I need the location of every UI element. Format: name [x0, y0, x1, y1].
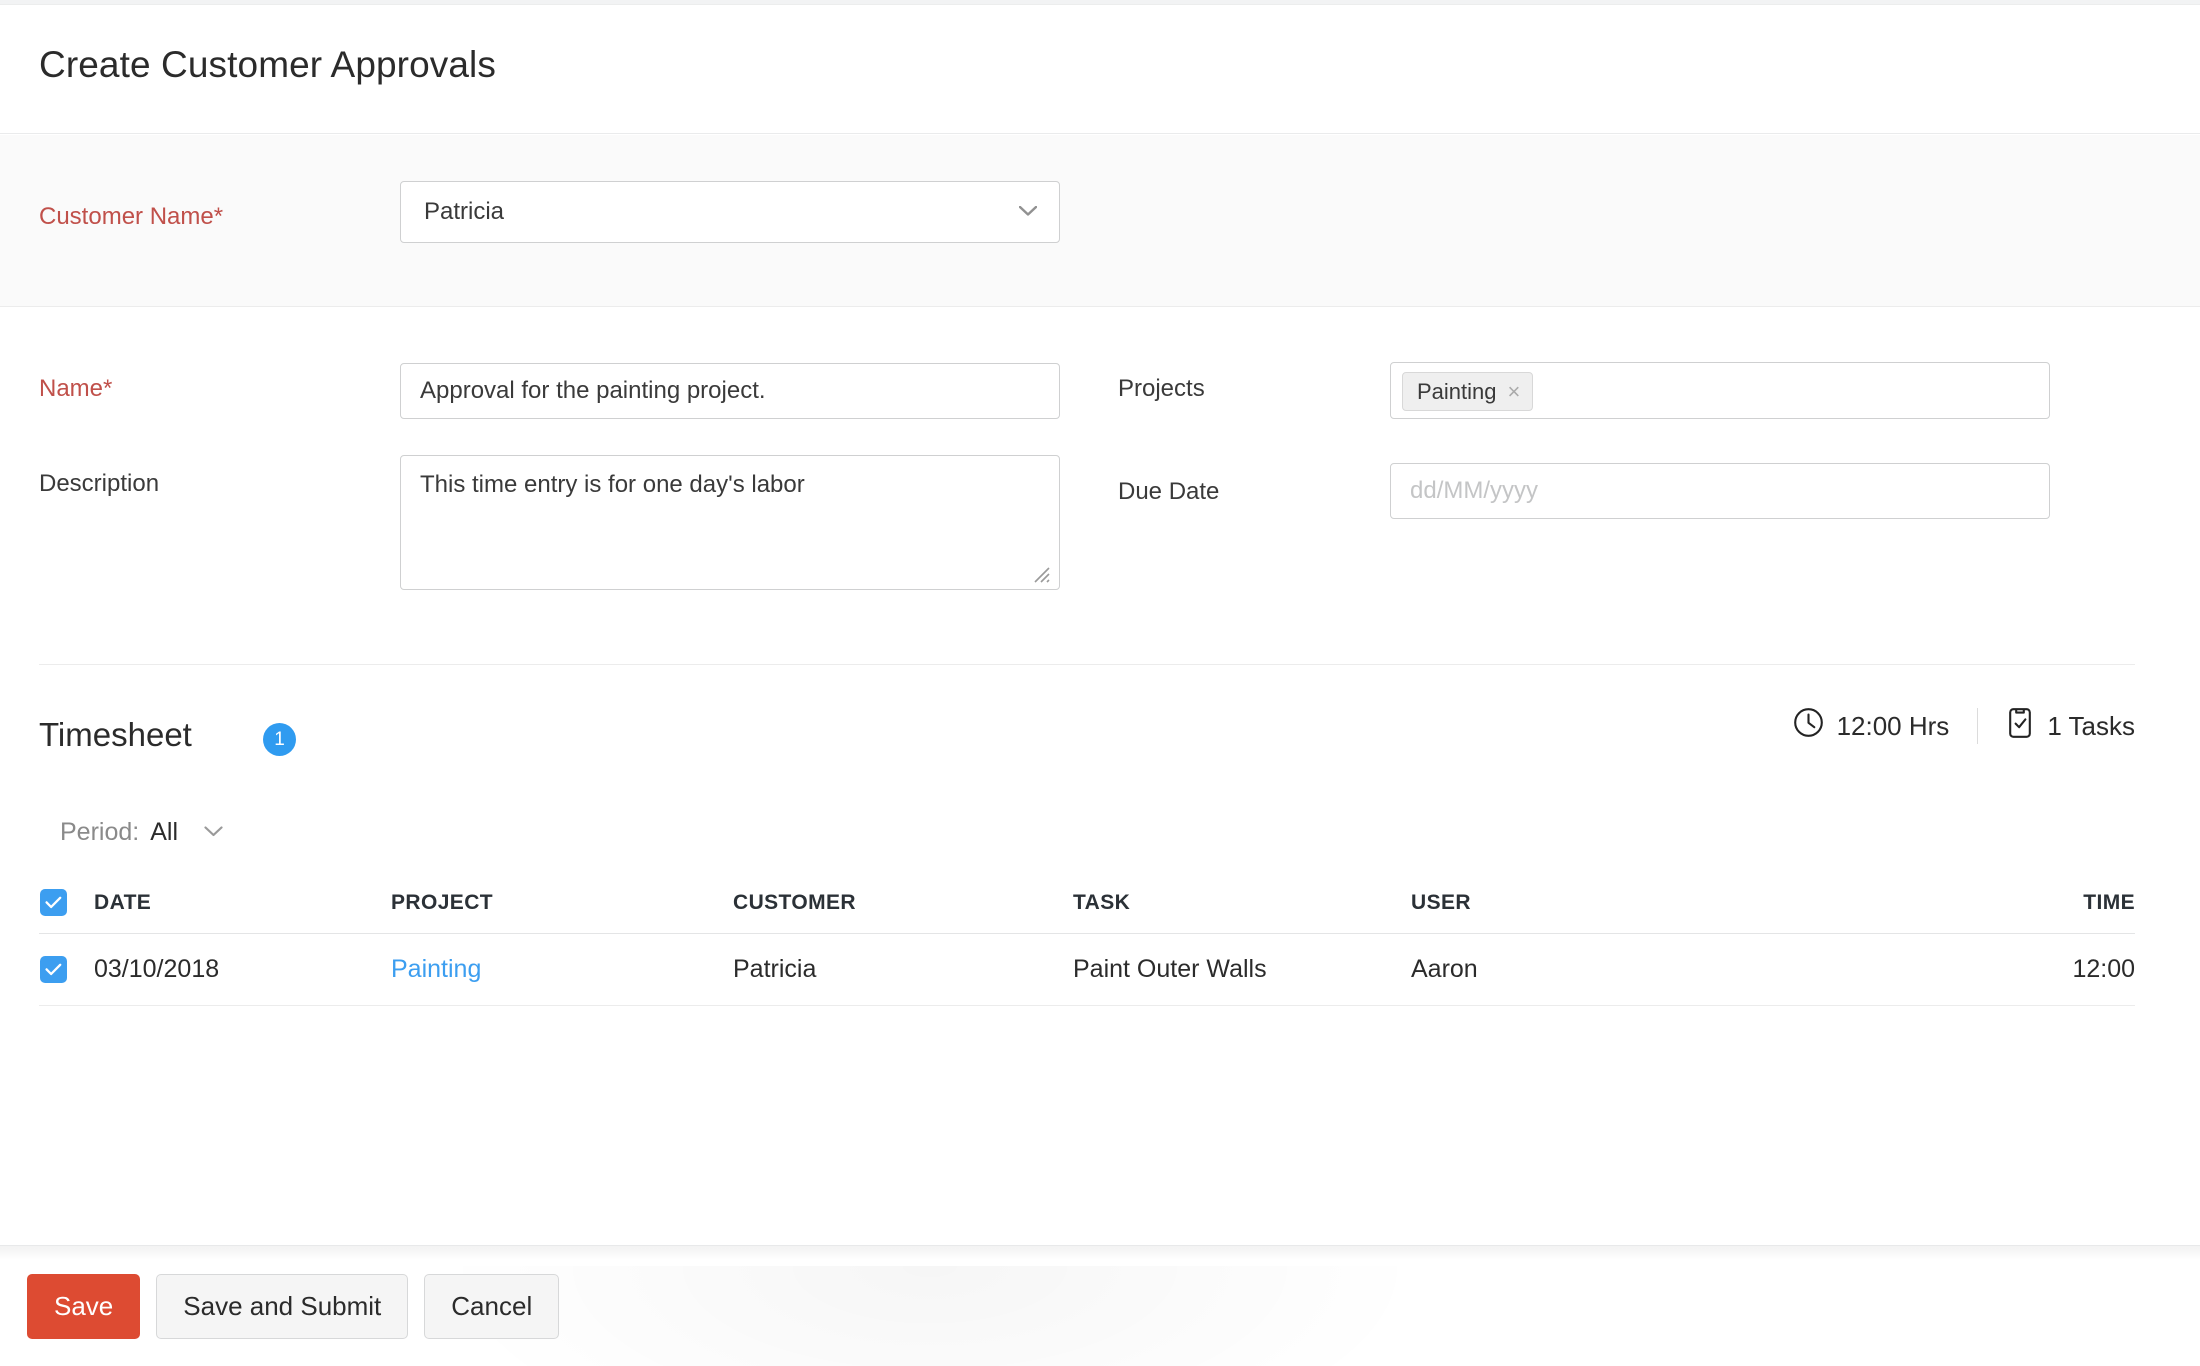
name-label: Name* — [39, 375, 113, 402]
row-checkbox[interactable] — [40, 956, 67, 983]
cell-task: Paint Outer Walls — [1073, 955, 1267, 983]
total-hours-text: 12:00 Hrs — [1836, 710, 1950, 741]
column-header-project[interactable]: PROJECT — [391, 891, 733, 915]
chevron-down-icon — [1019, 206, 1037, 216]
create-customer-approvals-page: Create Customer Approvals Customer Name*… — [0, 0, 2200, 1366]
top-strip — [0, 0, 2200, 5]
select-all-cell — [39, 889, 94, 916]
footer-actions-bar: Save Save and Submit Cancel — [0, 1245, 2200, 1366]
timesheet-stats: 12:00 Hrs 1 Tasks — [1793, 706, 2135, 746]
table-row: 03/10/2018 Painting Patricia Paint Outer… — [39, 934, 2135, 1006]
period-label: Period: — [60, 818, 140, 846]
page-header: Create Customer Approvals — [0, 6, 2200, 134]
projects-multiselect[interactable]: Painting × — [1390, 362, 2050, 419]
page-title: Create Customer Approvals — [39, 44, 496, 85]
projects-label: Projects — [1118, 375, 1205, 402]
total-tasks-text: 1 Tasks — [2047, 710, 2135, 741]
timesheet-count-badge: 1 — [263, 723, 296, 756]
footer-shadow — [0, 1246, 2200, 1260]
column-header-date[interactable]: DATE — [94, 891, 391, 915]
project-chip[interactable]: Painting × — [1402, 372, 1534, 411]
footer-button-group: Save Save and Submit Cancel — [27, 1274, 560, 1339]
total-hours-stat: 12:00 Hrs — [1793, 707, 1950, 745]
period-value: All — [150, 818, 179, 846]
clock-icon — [1793, 707, 1824, 745]
total-tasks-stat: 1 Tasks — [2006, 707, 2135, 746]
cell-customer: Patricia — [733, 955, 817, 983]
column-header-time[interactable]: TIME — [1841, 891, 2135, 915]
cell-project-link[interactable]: Painting — [391, 955, 733, 984]
section-divider — [39, 664, 2135, 665]
row-select-cell — [39, 956, 94, 983]
tasks-clipboard-icon — [2006, 707, 2034, 746]
column-header-user[interactable]: USER — [1411, 891, 1841, 915]
table-header-row: DATE PROJECT CUSTOMER TASK USER TIME — [39, 872, 2135, 934]
cell-user: Aaron — [1411, 955, 1478, 983]
save-button[interactable]: Save — [27, 1274, 141, 1339]
description-label: Description — [39, 470, 160, 497]
customer-name-value: Patricia — [424, 198, 505, 225]
timesheet-heading: Timesheet — [39, 716, 192, 753]
chevron-down-icon[interactable] — [204, 824, 223, 842]
column-header-task[interactable]: TASK — [1073, 891, 1411, 915]
customer-name-label: Customer Name* — [39, 203, 224, 230]
due-date-input[interactable] — [1390, 463, 2050, 519]
customer-name-select[interactable]: Patricia — [400, 181, 1060, 243]
name-input[interactable] — [400, 363, 1060, 419]
cell-date: 03/10/2018 — [94, 955, 220, 983]
select-all-checkbox[interactable] — [40, 889, 67, 916]
stats-separator — [1977, 708, 1979, 744]
save-and-submit-button[interactable]: Save and Submit — [156, 1274, 409, 1339]
project-chip-label: Painting — [1417, 378, 1497, 404]
cancel-button[interactable]: Cancel — [424, 1274, 560, 1339]
description-textarea[interactable] — [400, 455, 1060, 590]
footer-gradient — [430, 1266, 1430, 1366]
cell-time: 12:00 — [2072, 955, 2135, 983]
timesheet-table: DATE PROJECT CUSTOMER TASK USER TIME 03/… — [39, 872, 2135, 1006]
due-date-label: Due Date — [1118, 478, 1220, 505]
close-icon[interactable]: × — [1508, 380, 1521, 403]
customer-name-section: Customer Name* Patricia — [0, 135, 2200, 307]
column-header-customer[interactable]: CUSTOMER — [733, 891, 1073, 915]
period-filter[interactable]: Period: All — [60, 818, 223, 847]
